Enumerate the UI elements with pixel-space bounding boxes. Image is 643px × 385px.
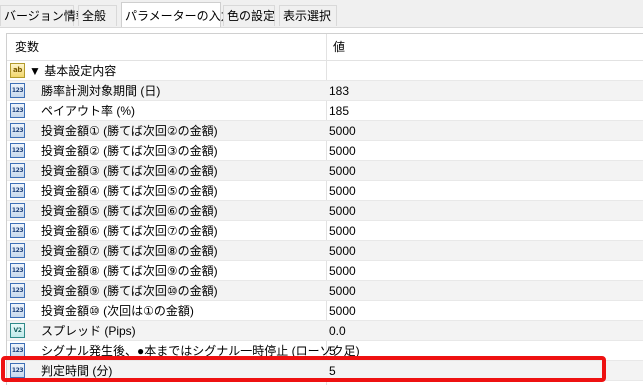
table-row[interactable]: V2 スプレッド (Pips) 0.0 bbox=[7, 321, 643, 341]
parameter-name: ▼ 基本設定内容 bbox=[29, 64, 117, 78]
parameter-value[interactable]: 183 bbox=[329, 81, 349, 101]
parameter-value[interactable]: 5000 bbox=[329, 221, 356, 241]
parameter-value[interactable]: 5000 bbox=[329, 201, 356, 221]
table-row[interactable]: 123 投資金額⑩ (次回は①の金額) 5000 bbox=[7, 301, 643, 321]
integer-type-icon: 123 bbox=[10, 123, 25, 138]
table-row[interactable]: 123 投資金額⑦ (勝てば次回⑧の金額) 5000 bbox=[7, 241, 643, 261]
integer-type-icon: 123 bbox=[10, 143, 25, 158]
column-header-value[interactable]: 値 bbox=[333, 34, 345, 60]
column-header-variable[interactable]: 変数 bbox=[15, 34, 39, 60]
parameter-name: 投資金額③ (勝てば次回④の金額) bbox=[41, 164, 218, 178]
integer-type-icon: 123 bbox=[10, 83, 25, 98]
tab-parameters[interactable]: パラメーターの入力 bbox=[121, 2, 233, 28]
parameter-value[interactable]: 5000 bbox=[329, 241, 356, 261]
integer-type-icon: 123 bbox=[10, 203, 25, 218]
parameter-value[interactable]: 5000 bbox=[329, 181, 356, 201]
table-row[interactable]: 123 ペイアウト率 (%) 185 bbox=[7, 101, 643, 121]
table-row[interactable]: 123 投資金額⑥ (勝てば次回⑦の金額) 5000 bbox=[7, 221, 643, 241]
parameter-name: スプレッド (Pips) bbox=[41, 324, 136, 338]
parameter-value[interactable]: 5000 bbox=[329, 161, 356, 181]
integer-type-icon: 123 bbox=[10, 283, 25, 298]
integer-type-icon: 123 bbox=[10, 243, 25, 258]
parameter-table: 変数 値 ab ▼ 基本設定内容 123 勝率計測対象期間 (日) 183 123 ペイアウ… bbox=[6, 33, 643, 385]
table-row[interactable]: 123 投資金額⑨ (勝てば次回⑩の金額) 5000 bbox=[7, 281, 643, 301]
parameter-value[interactable]: 0.0 bbox=[329, 321, 346, 341]
string-type-icon: ab bbox=[10, 63, 25, 78]
parameter-value[interactable]: 5000 bbox=[329, 261, 356, 281]
table-row[interactable]: 123 投資金額④ (勝てば次回⑤の金額) 5000 bbox=[7, 181, 643, 201]
table-row[interactable]: 123 投資金額⑤ (勝てば次回⑥の金額) 5000 bbox=[7, 201, 643, 221]
table-row[interactable]: 123 投資金額③ (勝てば次回④の金額) 5000 bbox=[7, 161, 643, 181]
double-type-icon: V2 bbox=[10, 323, 25, 338]
parameter-name: 投資金額⑧ (勝てば次回⑨の金額) bbox=[41, 264, 218, 278]
parameter-name: 投資金額⑦ (勝てば次回⑧の金額) bbox=[41, 244, 218, 258]
parameter-name: 勝率計測対象期間 (日) bbox=[41, 84, 161, 98]
integer-type-icon: 123 bbox=[10, 103, 25, 118]
integer-type-icon: 123 bbox=[10, 303, 25, 318]
integer-type-icon: 123 bbox=[10, 223, 25, 238]
table-header: 変数 値 bbox=[7, 34, 643, 61]
parameter-value[interactable]: 5000 bbox=[329, 121, 356, 141]
tab-general[interactable]: 全般 bbox=[78, 5, 117, 26]
parameter-name: ペイアウト率 (%) bbox=[41, 104, 135, 118]
parameter-value[interactable]: 5000 bbox=[329, 141, 356, 161]
parameter-name: 投資金額⑩ (次回は①の金額) bbox=[41, 304, 194, 318]
integer-type-icon: 123 bbox=[10, 183, 25, 198]
highlight-box bbox=[1, 356, 606, 382]
table-row[interactable]: 123 投資金額② (勝てば次回③の金額) 5000 bbox=[7, 141, 643, 161]
tab-divider bbox=[0, 27, 643, 28]
tab-bar: バージョン情報 全般 パラメーターの入力 色の設定 表示選択 bbox=[0, 0, 643, 28]
table-row[interactable]: 123 投資金額⑧ (勝てば次回⑨の金額) 5000 bbox=[7, 261, 643, 281]
parameter-name: 投資金額① (勝てば次回②の金額) bbox=[41, 124, 218, 138]
table-row[interactable]: 123 勝率計測対象期間 (日) 183 bbox=[7, 81, 643, 101]
integer-type-icon: 123 bbox=[10, 163, 25, 178]
tab-display-select[interactable]: 表示選択 bbox=[279, 5, 337, 26]
parameter-name: 投資金額⑨ (勝てば次回⑩の金額) bbox=[41, 284, 218, 298]
tab-version-info[interactable]: バージョン情報 bbox=[0, 5, 88, 26]
integer-type-icon: 123 bbox=[10, 263, 25, 278]
tab-colors[interactable]: 色の設定 bbox=[223, 5, 275, 26]
parameter-name: 投資金額④ (勝てば次回⑤の金額) bbox=[41, 184, 218, 198]
table-row[interactable]: ab ▼ 基本設定内容 bbox=[7, 61, 643, 81]
parameter-value[interactable]: 185 bbox=[329, 101, 349, 121]
parameter-name: 投資金額② (勝てば次回③の金額) bbox=[41, 144, 218, 158]
table-row[interactable]: 123 投資金額① (勝てば次回②の金額) 5000 bbox=[7, 121, 643, 141]
parameter-name: 投資金額⑤ (勝てば次回⑥の金額) bbox=[41, 204, 218, 218]
parameter-value[interactable]: 5000 bbox=[329, 281, 356, 301]
parameter-name: 投資金額⑥ (勝てば次回⑦の金額) bbox=[41, 224, 218, 238]
parameter-value[interactable]: 5000 bbox=[329, 301, 356, 321]
